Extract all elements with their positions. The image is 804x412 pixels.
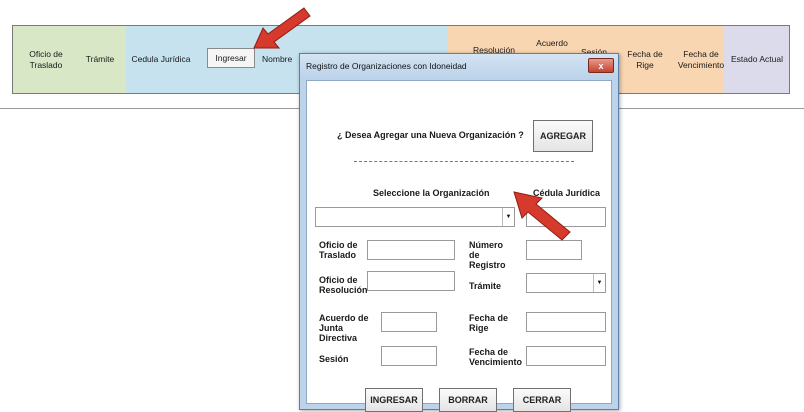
- col-oficio-traslado: Oficio de Traslado: [29, 48, 63, 70]
- close-icon[interactable]: x: [588, 58, 614, 73]
- organizacion-combobox[interactable]: ▼: [315, 207, 515, 227]
- dialog-title: Registro de Organizaciones con Idoneidad: [306, 61, 467, 71]
- oficio-traslado-label: Oficio de Traslado: [319, 240, 358, 260]
- oficio-resolucion-field[interactable]: [367, 271, 455, 291]
- col-fecha-vencimiento: Fecha de Vencimiento: [677, 48, 725, 70]
- acuerdo-junta-field[interactable]: [381, 312, 437, 332]
- fecha-rige-field[interactable]: [526, 312, 606, 332]
- red-arrow-icon: [513, 191, 571, 241]
- sesion-field[interactable]: [381, 346, 437, 366]
- col-fecha-rige: Fecha de Rige: [627, 48, 663, 70]
- fecha-vencimiento-field[interactable]: [526, 346, 606, 366]
- sesion-label: Sesión: [319, 354, 349, 364]
- borrar-button[interactable]: BORRAR: [439, 388, 497, 412]
- fecha-vencimiento-label: Fecha de Vencimiento: [469, 347, 523, 367]
- oficio-resolucion-label: Oficio de Resolución: [319, 275, 368, 295]
- cerrar-button[interactable]: CERRAR: [513, 388, 571, 412]
- col-estado-actual: Estado Actual: [731, 54, 783, 64]
- agregar-button[interactable]: AGREGAR: [533, 120, 593, 152]
- col-tramite: Trámite: [85, 54, 115, 64]
- question-label: ¿ Desea Agregar una Nueva Organización ?: [337, 130, 524, 140]
- divider-dashed: [354, 161, 574, 162]
- col-cedula-juridica: Cedula Jurídica: [131, 54, 191, 64]
- tramite-label: Trámite: [469, 281, 502, 291]
- seleccione-label: Seleccione la Organización: [373, 188, 490, 198]
- fecha-rige-label: Fecha de Rige: [469, 313, 509, 333]
- dialog-titlebar: Registro de Organizaciones con Idoneidad…: [300, 54, 618, 78]
- acuerdo-junta-label: Acuerdo de Junta Directiva: [319, 313, 369, 343]
- numero-registro-label: Número de Registro: [469, 240, 506, 270]
- oficio-traslado-field[interactable]: [367, 240, 455, 260]
- tramite-combobox[interactable]: ▼: [526, 273, 606, 293]
- chevron-down-icon[interactable]: ▼: [593, 274, 605, 292]
- ingresar-button[interactable]: INGRESAR: [365, 388, 423, 412]
- red-arrow-icon: [253, 7, 311, 49]
